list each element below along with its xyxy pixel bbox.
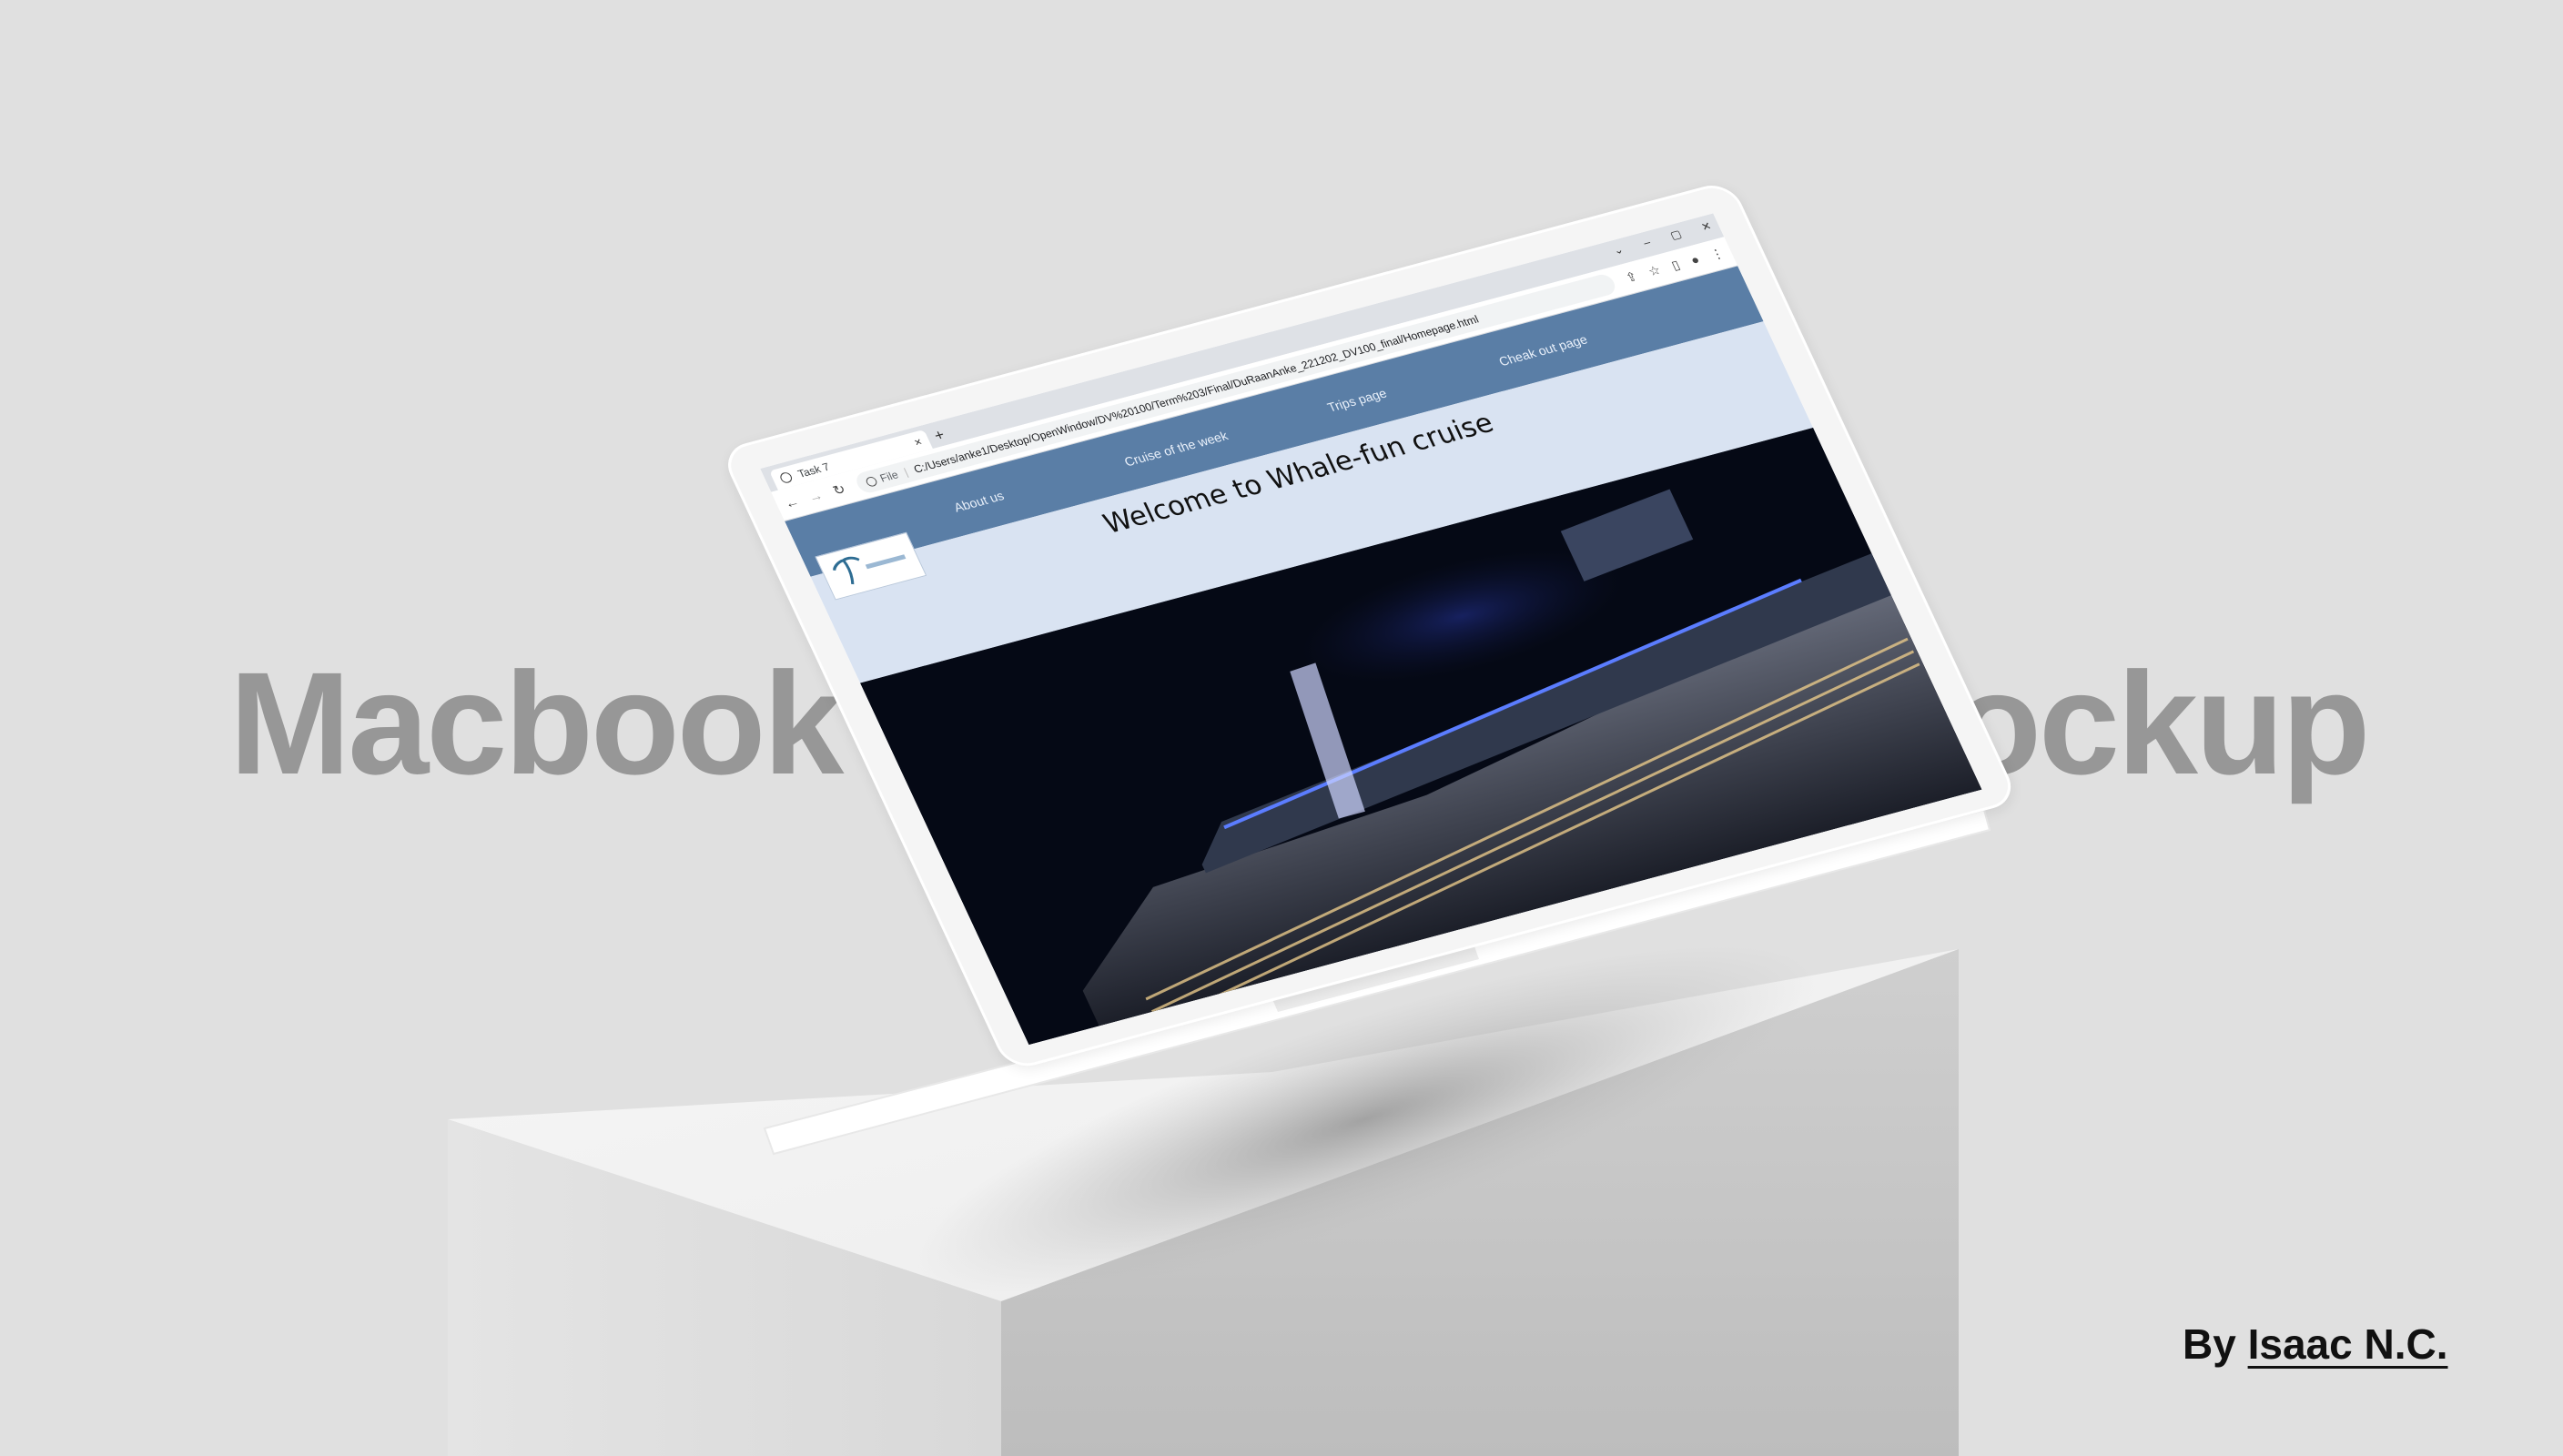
- nav-link-cruise-of-the-week[interactable]: Cruise of the week: [1122, 429, 1231, 470]
- url-scheme: File: [877, 468, 901, 485]
- back-icon[interactable]: ←: [779, 493, 805, 512]
- author-name[interactable]: Isaac N.C.: [2248, 1320, 2448, 1368]
- tab-search-icon[interactable]: ⌄: [1611, 243, 1626, 257]
- info-icon[interactable]: [864, 475, 879, 488]
- share-icon[interactable]: ⇪: [1623, 268, 1640, 286]
- menu-icon[interactable]: ⋮: [1707, 246, 1727, 263]
- close-window-icon[interactable]: ✕: [1699, 219, 1714, 233]
- author-byline: By Isaac N.C.: [2183, 1320, 2448, 1369]
- url-separator: |: [901, 465, 910, 479]
- new-tab-button[interactable]: +: [931, 426, 947, 445]
- nav-link-about[interactable]: About us: [951, 489, 1006, 515]
- nav-link-trips[interactable]: Trips page: [1325, 386, 1389, 415]
- sidebar-icon[interactable]: ▯: [1669, 258, 1683, 274]
- profile-icon[interactable]: ●: [1688, 252, 1702, 268]
- reload-icon[interactable]: ↻: [826, 480, 853, 500]
- nav-link-checkout[interactable]: Cheak out page: [1496, 332, 1589, 369]
- forward-icon[interactable]: →: [803, 487, 829, 506]
- byline-prefix: By: [2183, 1320, 2236, 1368]
- minimize-icon[interactable]: –: [1641, 236, 1652, 249]
- globe-icon: [778, 470, 794, 484]
- maximize-icon[interactable]: ▢: [1668, 228, 1684, 242]
- star-icon[interactable]: ☆: [1646, 262, 1663, 279]
